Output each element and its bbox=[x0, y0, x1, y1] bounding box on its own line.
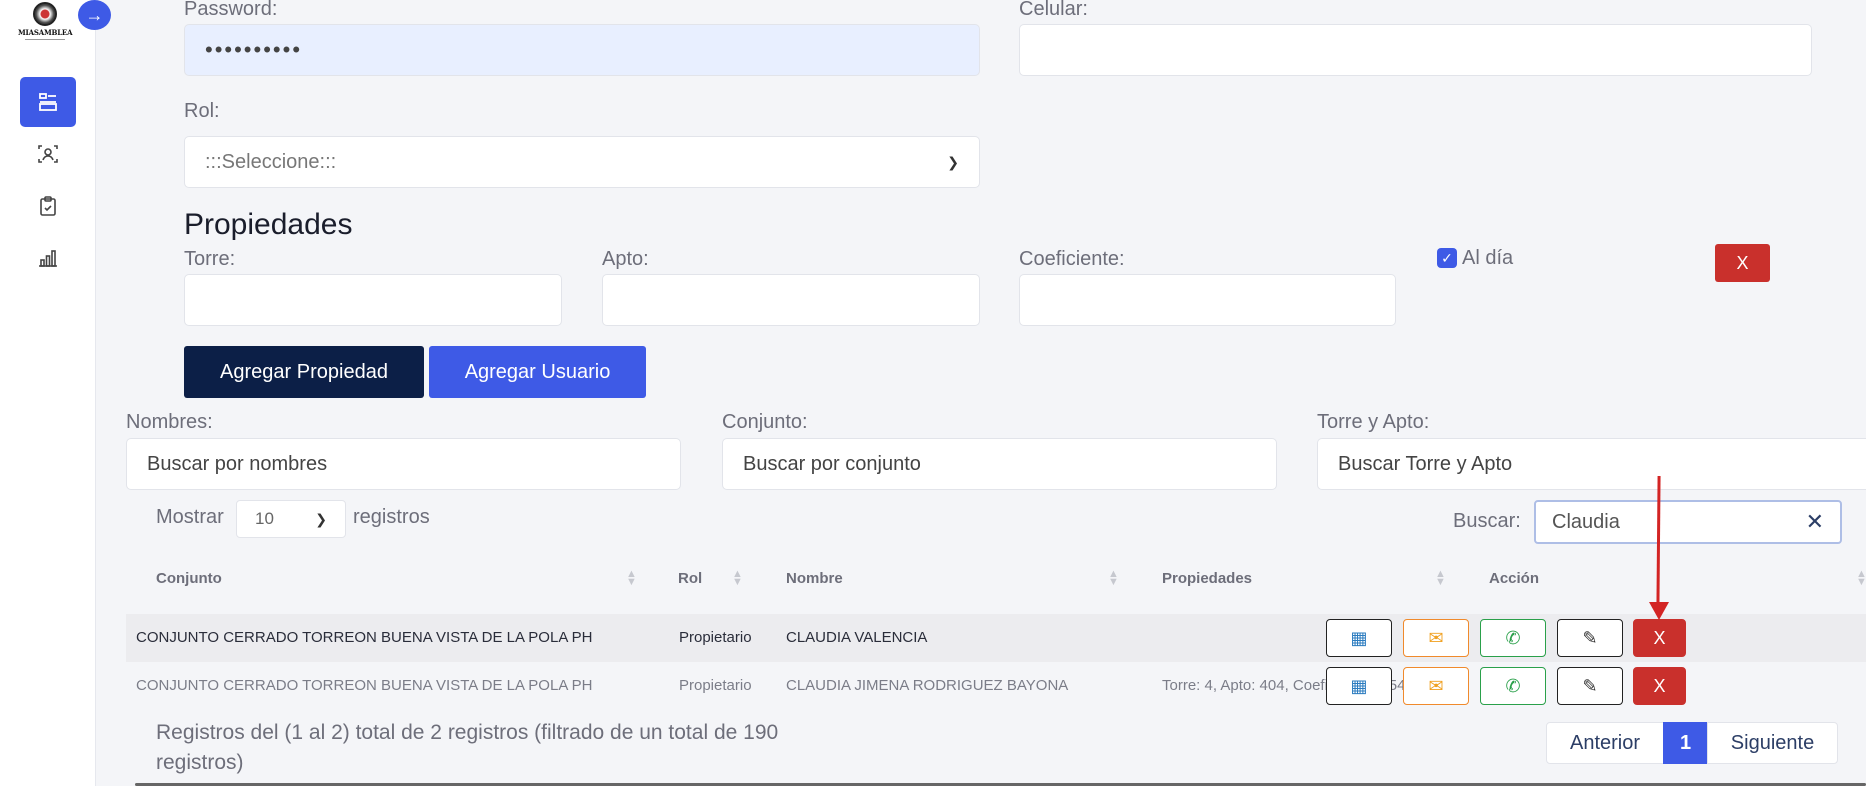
sort-icon[interactable]: ▲ ▼ bbox=[1856, 569, 1866, 588]
table-row: CONJUNTO CERRADO TORREON BUENA VISTA DE … bbox=[126, 614, 1866, 662]
torre-field[interactable] bbox=[184, 274, 562, 326]
search-label: Buscar: bbox=[1453, 510, 1521, 532]
chevron-down-icon: ❯ bbox=[947, 153, 959, 170]
apto-label: Apto: bbox=[602, 248, 649, 270]
torre-apto-filter-placeholder: Buscar Torre y Apto bbox=[1338, 452, 1513, 475]
column-header-conjunto[interactable]: Conjunto bbox=[156, 570, 222, 587]
cell-conjunto: CONJUNTO CERRADO TORREON BUENA VISTA DE … bbox=[136, 677, 593, 694]
nombres-filter-placeholder: Buscar por nombres bbox=[147, 452, 328, 475]
rol-label: Rol: bbox=[184, 100, 220, 122]
clipboard-icon bbox=[40, 196, 56, 216]
al-dia-label: Al día bbox=[1462, 247, 1514, 269]
clear-search-icon[interactable]: ✕ bbox=[1806, 509, 1824, 535]
arrow-right-icon: → bbox=[85, 4, 104, 25]
pager-next[interactable]: Siguiente bbox=[1707, 722, 1838, 764]
remove-property-button[interactable]: X bbox=[1715, 244, 1770, 282]
building-icon: ▦ bbox=[1350, 627, 1368, 648]
sidebar-item-forms[interactable] bbox=[20, 77, 76, 127]
main-content: Password: •••••••••• Celular: Rol: :::Se… bbox=[96, 0, 1866, 786]
mail-icon: ✉ bbox=[1428, 627, 1444, 648]
column-header-propiedades[interactable]: Propiedades bbox=[1162, 570, 1252, 587]
cell-nombre: CLAUDIA VALENCIA bbox=[786, 629, 928, 646]
edit-icon: ✎ bbox=[1582, 675, 1598, 696]
nombres-filter-input[interactable]: Buscar por nombres bbox=[126, 438, 681, 490]
password-field[interactable]: •••••••••• bbox=[184, 24, 980, 76]
table-search-input[interactable]: Claudia ✕ bbox=[1534, 500, 1842, 544]
sidebar-toggle-button[interactable]: → bbox=[78, 0, 111, 30]
cell-rol: Propietario bbox=[679, 629, 752, 646]
delete-button[interactable]: X bbox=[1633, 619, 1686, 657]
whatsapp-icon: ✆ bbox=[1505, 627, 1521, 648]
records-summary: Registros del (1 al 2) total de 2 regist… bbox=[156, 721, 779, 774]
rol-selected-value: :::Seleccione::: bbox=[205, 150, 337, 173]
delete-button[interactable]: X bbox=[1633, 667, 1686, 705]
whatsapp-button[interactable]: ✆ bbox=[1480, 619, 1546, 657]
pager-previous[interactable]: Anterior bbox=[1546, 722, 1664, 764]
column-header-accion[interactable]: Acción bbox=[1489, 570, 1539, 587]
celular-field[interactable] bbox=[1019, 24, 1812, 76]
cell-rol: Propietario bbox=[679, 677, 752, 694]
sidebar-item-users[interactable] bbox=[20, 129, 76, 179]
password-label: Password: bbox=[184, 0, 278, 20]
sidebar-item-tasks[interactable] bbox=[20, 181, 76, 231]
al-dia-checkbox[interactable]: ✓ bbox=[1437, 248, 1457, 268]
info-button[interactable]: ▦ bbox=[1326, 667, 1392, 705]
check-icon: ✓ bbox=[1441, 249, 1453, 266]
page-size-value: 10 bbox=[255, 509, 274, 528]
column-header-nombre[interactable]: Nombre bbox=[786, 570, 843, 587]
bar-chart-icon bbox=[39, 250, 57, 267]
mail-icon: ✉ bbox=[1428, 675, 1444, 696]
email-button[interactable]: ✉ bbox=[1403, 619, 1469, 657]
propiedades-title: Propiedades bbox=[184, 208, 353, 241]
info-button[interactable]: ▦ bbox=[1326, 619, 1392, 657]
user-id-icon bbox=[38, 145, 58, 163]
email-button[interactable]: ✉ bbox=[1403, 667, 1469, 705]
torre-apto-filter-input[interactable]: Buscar Torre y Apto bbox=[1317, 438, 1866, 490]
pager-page-1[interactable]: 1 bbox=[1663, 722, 1708, 764]
conjunto-filter-label: Conjunto: bbox=[722, 411, 808, 433]
sort-icon[interactable]: ▲ ▼ bbox=[732, 569, 743, 588]
table-search-value: Claudia bbox=[1552, 510, 1620, 533]
cell-conjunto: CONJUNTO CERRADO TORREON BUENA VISTA DE … bbox=[136, 629, 593, 646]
edit-button[interactable]: ✎ bbox=[1557, 667, 1623, 705]
sort-icon[interactable]: ▲ ▼ bbox=[1108, 569, 1119, 588]
sidebar: MIASAMBLEA bbox=[0, 0, 96, 786]
page-size-select[interactable]: 10 ❯ bbox=[236, 500, 346, 538]
coeficiente-label: Coeficiente: bbox=[1019, 248, 1125, 270]
apto-field[interactable] bbox=[602, 274, 980, 326]
logo-emblem-icon bbox=[33, 2, 57, 26]
conjunto-filter-input[interactable]: Buscar por conjunto bbox=[722, 438, 1277, 490]
form-icon bbox=[39, 93, 57, 111]
whatsapp-button[interactable]: ✆ bbox=[1480, 667, 1546, 705]
sort-icon[interactable]: ▲ ▼ bbox=[1435, 569, 1446, 588]
coeficiente-field[interactable] bbox=[1019, 274, 1396, 326]
table-row: CONJUNTO CERRADO TORREON BUENA VISTA DE … bbox=[126, 662, 1866, 710]
add-property-button[interactable]: Agregar Propiedad bbox=[184, 346, 424, 398]
chevron-down-icon: ❯ bbox=[315, 510, 327, 527]
edit-icon: ✎ bbox=[1582, 627, 1598, 648]
conjunto-filter-placeholder: Buscar por conjunto bbox=[743, 452, 921, 475]
cell-nombre: CLAUDIA JIMENA RODRIGUEZ BAYONA bbox=[786, 677, 1069, 694]
rol-select[interactable]: :::Seleccione::: ❯ bbox=[184, 136, 980, 188]
celular-label: Celular: bbox=[1019, 0, 1088, 20]
edit-button[interactable]: ✎ bbox=[1557, 619, 1623, 657]
column-header-rol[interactable]: Rol bbox=[678, 570, 702, 587]
torre-label: Torre: bbox=[184, 248, 236, 270]
torre-apto-filter-label: Torre y Apto: bbox=[1317, 411, 1430, 433]
sort-icon[interactable]: ▲ ▼ bbox=[626, 569, 637, 588]
show-prefix-label: Mostrar bbox=[156, 506, 224, 528]
add-user-button[interactable]: Agregar Usuario bbox=[429, 346, 646, 398]
sidebar-item-reports[interactable] bbox=[20, 233, 76, 283]
app-logo: MIASAMBLEA bbox=[18, 2, 72, 40]
annotation-arrow-head bbox=[1649, 602, 1669, 620]
building-icon: ▦ bbox=[1350, 675, 1368, 696]
logo-text: MIASAMBLEA bbox=[18, 28, 73, 37]
whatsapp-icon: ✆ bbox=[1505, 675, 1521, 696]
show-suffix-label: registros bbox=[353, 506, 430, 528]
nombres-filter-label: Nombres: bbox=[126, 411, 213, 433]
